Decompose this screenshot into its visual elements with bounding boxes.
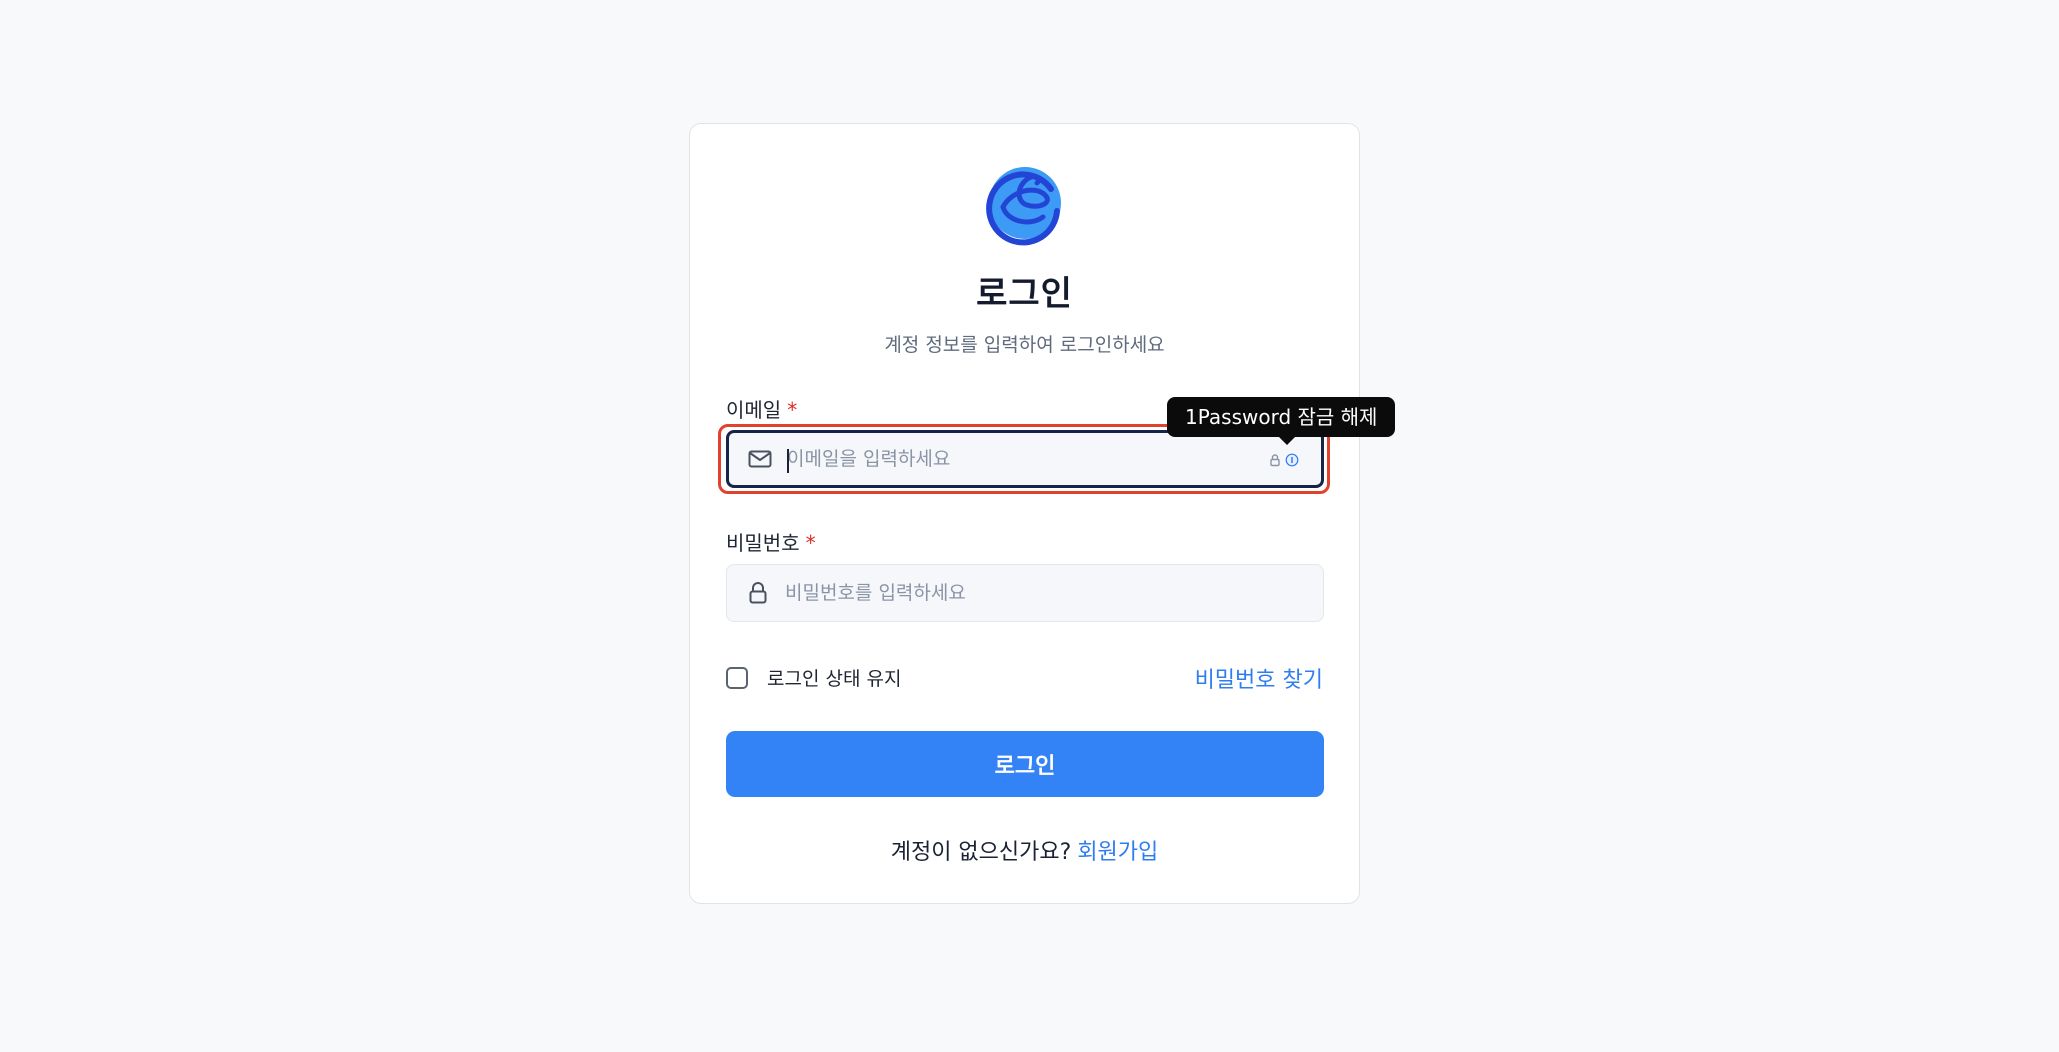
page-title: 로그인 <box>976 274 1073 314</box>
login-button[interactable]: 로그인 <box>726 731 1324 797</box>
password-manager-tooltip: 1Password 잠금 해제 <box>1167 397 1396 445</box>
required-mark: * <box>787 398 798 422</box>
password-manager-icons[interactable] <box>1268 452 1299 467</box>
remember-me[interactable]: 로그인 상태 유지 <box>726 664 901 691</box>
lock-icon[interactable] <box>1268 452 1282 467</box>
email-label-text: 이메일 <box>726 398 782 422</box>
lock-icon <box>745 580 771 606</box>
brand-logo <box>981 159 1069 247</box>
password-field[interactable] <box>726 564 1324 622</box>
text-caret <box>787 449 789 473</box>
email-label: 이메일 * <box>726 394 797 423</box>
password-label-text: 비밀번호 <box>726 531 800 555</box>
email-input[interactable] <box>787 433 1227 485</box>
mail-icon <box>747 446 773 472</box>
page-subtitle: 계정 정보를 입력하여 로그인하세요 <box>884 334 1165 356</box>
remember-label: 로그인 상태 유지 <box>767 668 902 690</box>
login-card: 로그인 계정 정보를 입력하여 로그인하세요 이메일 * 이메일을 입력하세요 … <box>689 123 1360 904</box>
signup-prompt: 계정이 없으신가요? <box>890 840 1072 865</box>
email-field[interactable] <box>726 430 1324 488</box>
info-icon[interactable] <box>1285 452 1299 467</box>
remember-checkbox[interactable] <box>726 666 748 689</box>
signup-link[interactable]: 회원가입 <box>1077 840 1158 865</box>
signup-row: 계정이 없으신가요? 회원가입 <box>690 834 1359 866</box>
required-mark: * <box>805 531 816 555</box>
password-label: 비밀번호 * <box>726 527 816 556</box>
password-input[interactable] <box>785 565 1225 621</box>
find-password-link[interactable]: 비밀번호 찾기 <box>1195 662 1323 694</box>
